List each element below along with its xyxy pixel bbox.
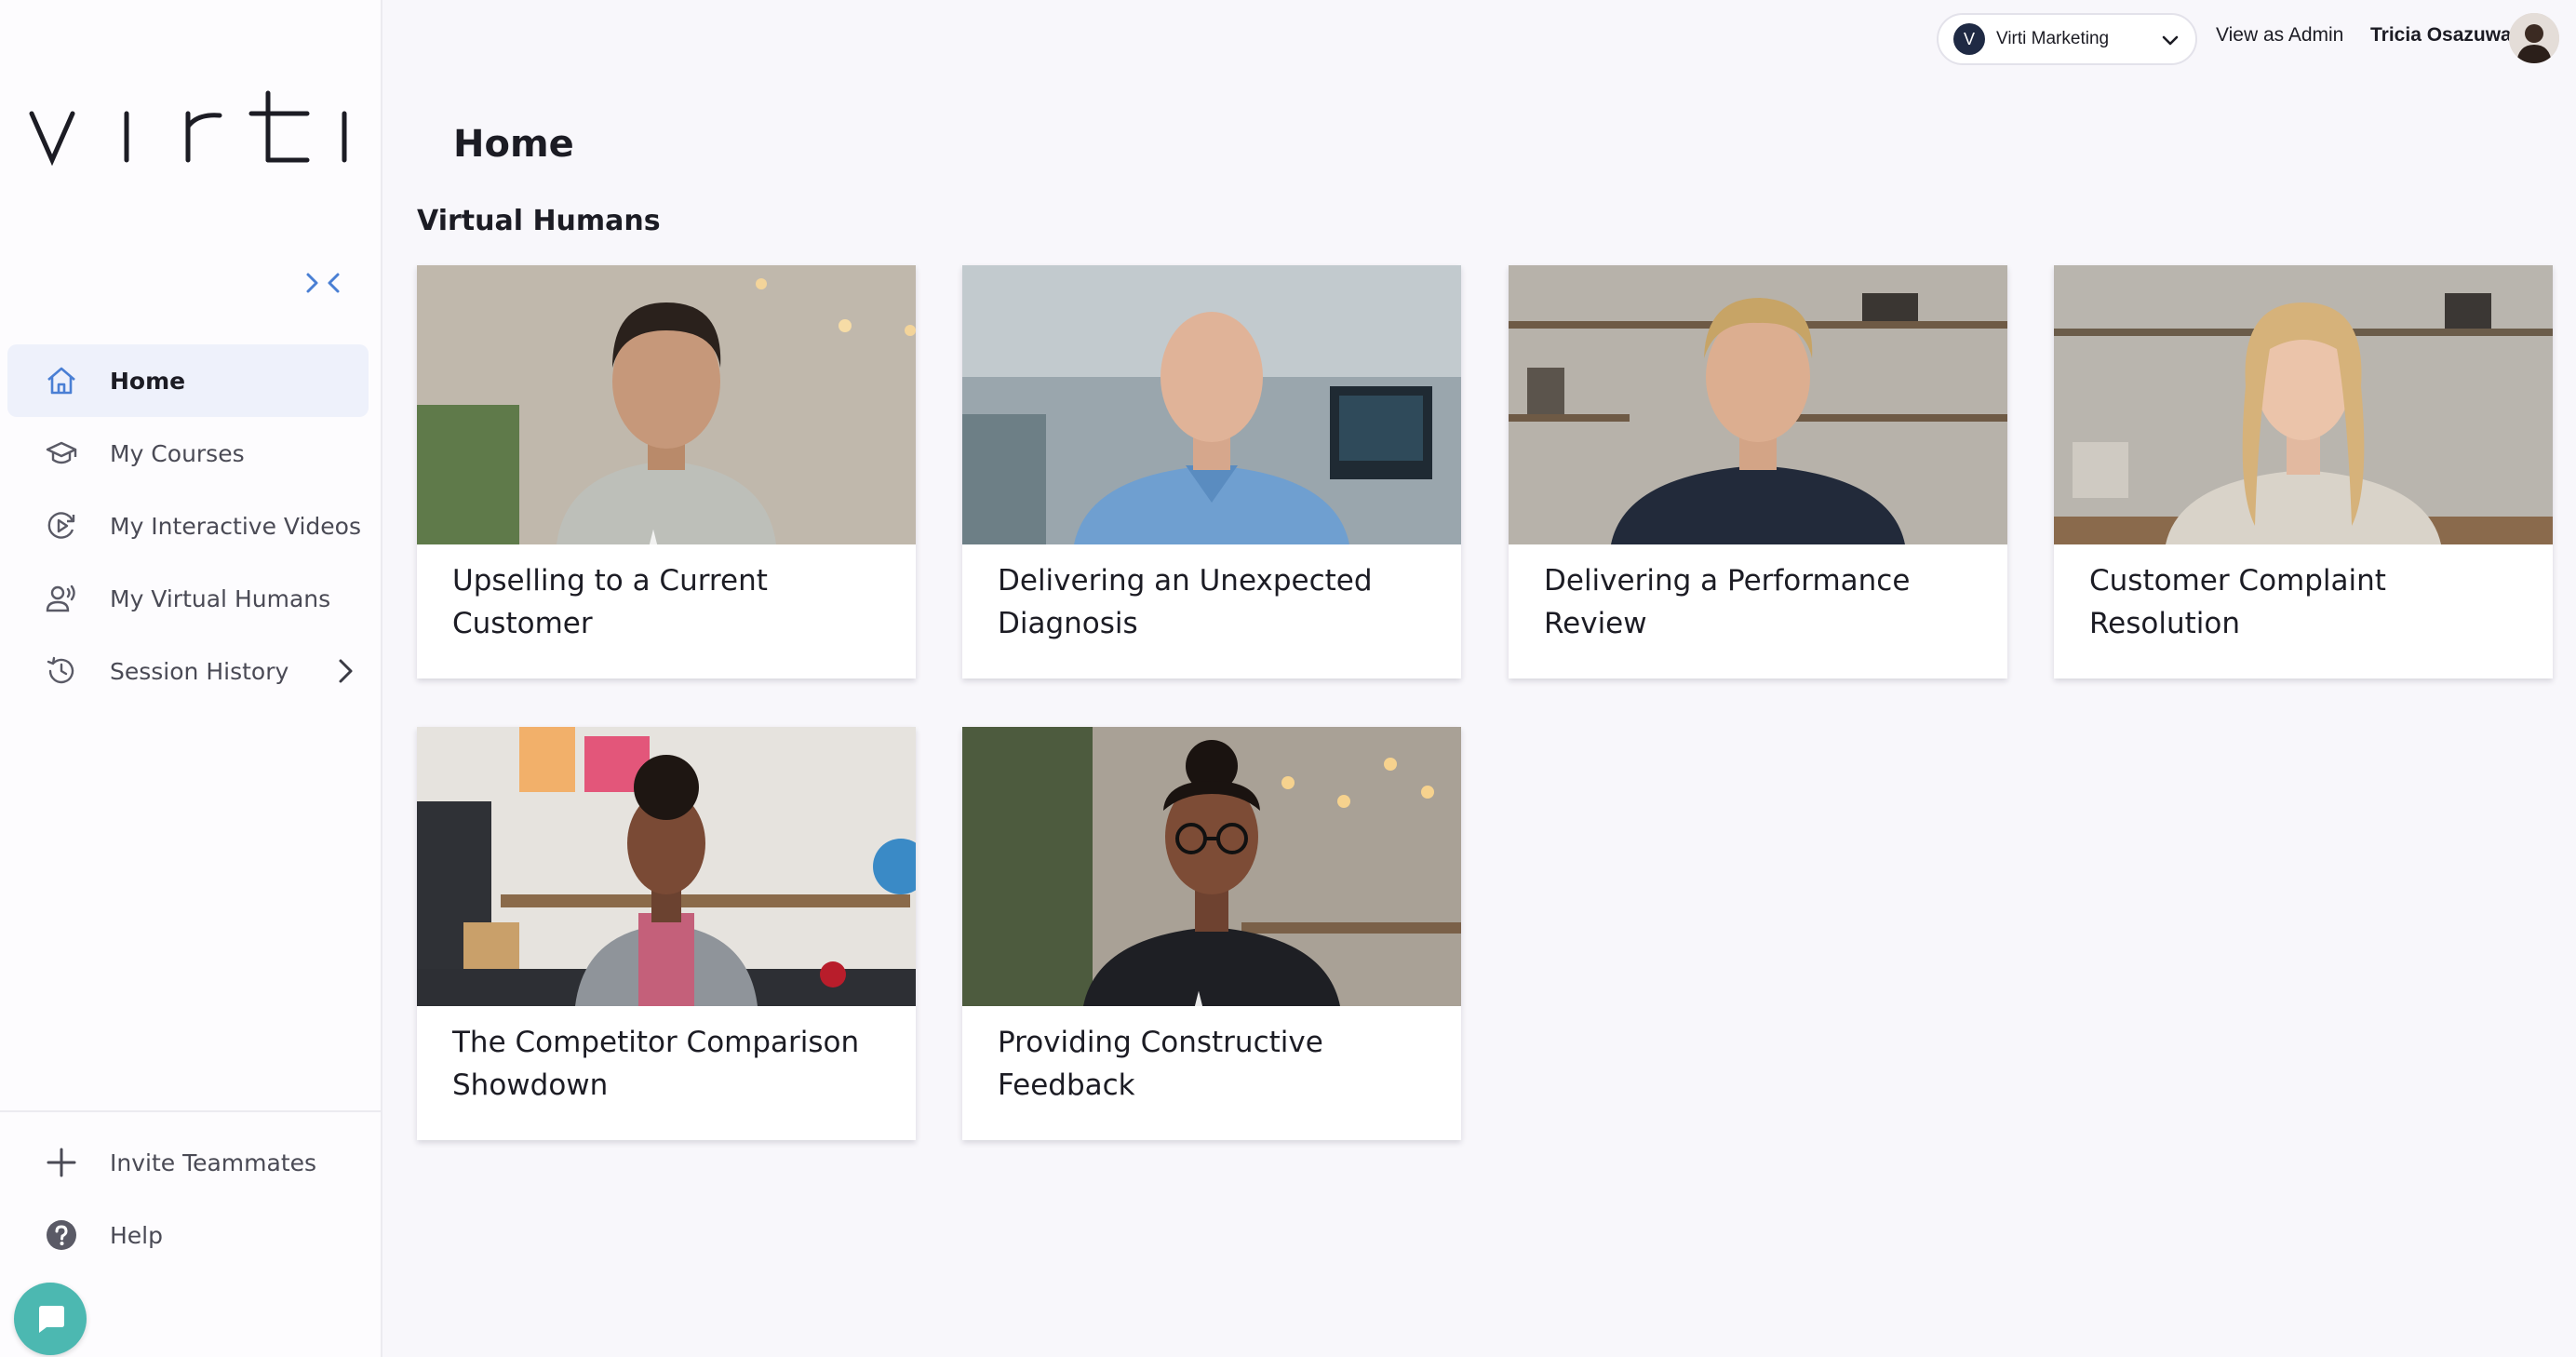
sparkle-icon bbox=[1194, 990, 1203, 1006]
card-thumbnail bbox=[962, 727, 1461, 1006]
sidebar-bottom-nav: Invite Teammates Help bbox=[7, 1126, 369, 1271]
collapse-arrows-icon bbox=[306, 273, 340, 293]
user-name[interactable]: Tricia Osazuwa bbox=[2370, 24, 2512, 47]
sidebar-item-my-courses[interactable]: My Courses bbox=[7, 417, 369, 490]
card-title: Upselling to a Current Customer bbox=[452, 564, 768, 640]
virti-logo[interactable] bbox=[28, 86, 354, 169]
sidebar-item-my-virtual-humans[interactable]: My Virtual Humans bbox=[7, 562, 369, 635]
chevron-down-icon bbox=[2162, 35, 2179, 46]
sidebar-nav: Home My Courses My Interactive Videos My… bbox=[7, 344, 369, 707]
card-title: Providing Constructive Feedback bbox=[998, 1026, 1323, 1102]
card-title: The Competitor Comparison Showdown bbox=[452, 1026, 860, 1102]
collapse-sidebar-button[interactable] bbox=[298, 262, 348, 303]
history-icon bbox=[43, 652, 80, 690]
sidebar: Home My Courses My Interactive Videos My… bbox=[0, 0, 382, 1357]
sidebar-item-home[interactable]: Home bbox=[7, 344, 369, 417]
chat-launcher-button[interactable] bbox=[14, 1283, 87, 1355]
sidebar-item-label: Home bbox=[110, 367, 186, 395]
virtual-human-card[interactable]: Delivering an Unexpected Diagnosis bbox=[962, 265, 1461, 678]
sidebar-item-label: My Interactive Videos bbox=[110, 512, 361, 540]
card-thumbnail bbox=[962, 265, 1461, 544]
card-title: Delivering a Performance Review bbox=[1544, 564, 1911, 640]
virtual-human-card[interactable]: Upselling to a Current Customer bbox=[417, 265, 916, 678]
card-title: Delivering an Unexpected Diagnosis bbox=[998, 564, 1373, 640]
sidebar-item-label: My Virtual Humans bbox=[110, 584, 331, 612]
section-title: Virtual Humans bbox=[417, 205, 661, 237]
chat-bubble-icon bbox=[39, 1306, 64, 1333]
virtual-human-card[interactable]: Delivering a Performance Review bbox=[1509, 265, 2007, 678]
card-thumbnail bbox=[417, 265, 916, 544]
virtual-human-card[interactable]: Customer Complaint Resolution bbox=[2054, 265, 2553, 678]
card-thumbnail bbox=[1509, 265, 2007, 544]
chevron-right-icon[interactable] bbox=[329, 655, 361, 687]
sidebar-item-label: My Courses bbox=[110, 439, 245, 467]
speaking-person-icon bbox=[43, 580, 80, 617]
organization-select[interactable]: V Virti Marketing bbox=[1937, 13, 2197, 65]
sparkle-icon bbox=[649, 529, 658, 544]
sidebar-item-my-interactive-videos[interactable]: My Interactive Videos bbox=[7, 490, 369, 562]
page-title: Home bbox=[453, 123, 574, 166]
sidebar-item-label: Session History bbox=[110, 657, 289, 685]
organization-name: Virti Marketing bbox=[1996, 29, 2110, 48]
virtual-human-card[interactable]: The Competitor Comparison Showdown bbox=[417, 727, 916, 1140]
graduation-cap-icon bbox=[43, 435, 80, 472]
card-title: Customer Complaint Resolution bbox=[2089, 564, 2386, 640]
sidebar-item-invite-teammates[interactable]: Invite Teammates bbox=[7, 1126, 369, 1199]
home-icon bbox=[43, 362, 80, 399]
help-icon bbox=[43, 1216, 80, 1254]
plus-icon bbox=[43, 1144, 80, 1181]
user-avatar[interactable] bbox=[2509, 13, 2559, 63]
virtual-human-card[interactable]: Providing Constructive Feedback bbox=[962, 727, 1461, 1140]
sidebar-item-label: Help bbox=[110, 1221, 163, 1249]
organization-badge: V bbox=[1953, 23, 1985, 55]
card-thumbnail bbox=[2054, 265, 2553, 544]
sidebar-item-label: Invite Teammates bbox=[110, 1149, 317, 1176]
sidebar-divider bbox=[0, 1110, 381, 1112]
view-as-admin-link[interactable]: View as Admin bbox=[2216, 24, 2343, 47]
card-thumbnail bbox=[417, 727, 916, 1006]
sidebar-item-session-history[interactable]: Session History bbox=[7, 635, 369, 707]
sidebar-item-help[interactable]: Help bbox=[7, 1199, 369, 1271]
app-root: Home My Courses My Interactive Videos My… bbox=[0, 0, 2576, 1357]
play-circle-icon bbox=[43, 507, 80, 544]
